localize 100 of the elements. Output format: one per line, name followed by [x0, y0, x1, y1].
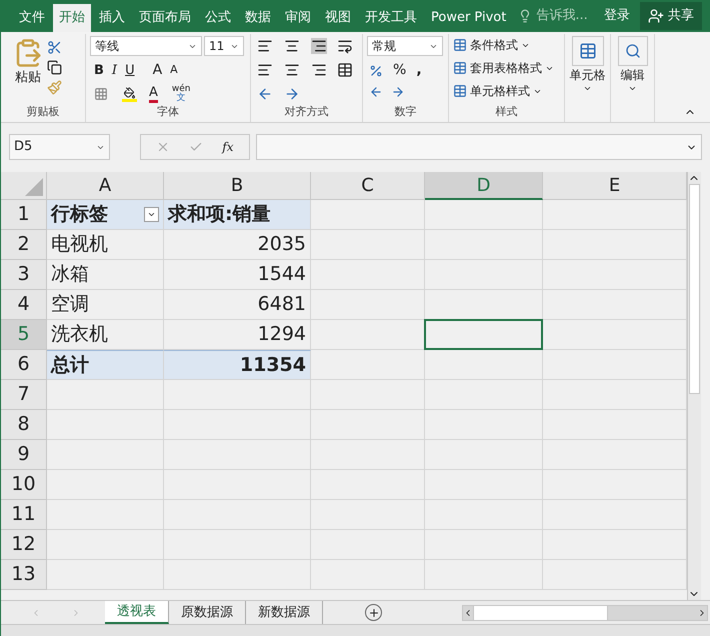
column-header[interactable]: D [425, 172, 543, 200]
ribbon-tab[interactable]: 审阅 [279, 4, 317, 32]
font-color-button[interactable]: A [149, 86, 158, 102]
row-header[interactable]: 12 [1, 530, 47, 560]
borders-icon[interactable] [94, 87, 108, 101]
row-header[interactable]: 9 [1, 440, 47, 470]
grow-font-button[interactable]: A [152, 60, 162, 81]
column-header[interactable]: A [47, 172, 164, 200]
ribbon-tab[interactable]: 数据 [239, 4, 277, 32]
row-header[interactable]: 10 [1, 470, 47, 500]
ribbon-tab[interactable]: 插入 [93, 4, 131, 32]
align-top-icon[interactable] [257, 38, 273, 54]
tell-me-field[interactable]: 告诉我... [536, 6, 588, 26]
increase-indent-icon[interactable] [284, 86, 300, 102]
font-name-field[interactable]: 等线 [90, 36, 202, 56]
cell-text: 冰箱 [51, 262, 89, 288]
table-cell[interactable]: 冰箱 [47, 260, 164, 290]
ribbon-tab[interactable]: 页面布局 [133, 4, 197, 32]
row-header[interactable]: 5 [1, 320, 47, 350]
table-grid-icon [453, 61, 467, 75]
group-label: 样式 [494, 104, 518, 120]
insert-function-button[interactable]: fx [222, 138, 234, 156]
table-cell[interactable]: 行标签 [47, 200, 164, 230]
table-cell[interactable]: 电视机 [47, 230, 164, 260]
merge-cells-icon[interactable] [337, 62, 354, 78]
fill-color-icon[interactable] [122, 86, 137, 102]
cell-text: 洗衣机 [51, 322, 108, 348]
sheet-tab[interactable]: 透视表 [105, 601, 169, 624]
horizontal-scrollbar[interactable] [462, 604, 708, 620]
vertical-scrollbar[interactable] [687, 172, 701, 600]
group-label: 数字 [394, 104, 418, 120]
table-cell[interactable]: 1544 [164, 260, 311, 290]
ribbon-tab[interactable]: 视图 [319, 4, 357, 32]
row-header[interactable]: 8 [1, 410, 47, 440]
paste-button[interactable]: 粘贴 [13, 38, 43, 95]
column-header[interactable]: E [543, 172, 687, 200]
shrink-font-button[interactable]: A [170, 62, 178, 79]
row-header[interactable]: 7 [1, 380, 47, 410]
align-bottom-icon[interactable] [310, 38, 326, 54]
row-header[interactable]: 11 [1, 500, 47, 530]
row-header[interactable]: 6 [1, 350, 47, 380]
caret-icon [147, 210, 156, 219]
caret-icon [583, 84, 592, 93]
number-format-field[interactable]: 常规 [367, 36, 443, 56]
row-header[interactable]: 1 [1, 200, 47, 230]
ribbon-tab[interactable]: 文件 [13, 4, 51, 32]
phonetic-button[interactable]: wén 文 [172, 85, 191, 103]
copy-icon[interactable] [47, 60, 62, 75]
table-cell[interactable]: 11354 [164, 350, 311, 380]
ribbon-tab[interactable]: 开始 [53, 4, 91, 32]
name-box[interactable]: D5 [9, 134, 110, 160]
table-cell[interactable]: 6481 [164, 290, 311, 320]
decrease-indent-icon[interactable] [257, 86, 273, 102]
table-grid-icon [453, 38, 467, 52]
cut-icon[interactable] [47, 40, 62, 55]
scrollbar-thumb[interactable] [689, 184, 700, 394]
italic-button[interactable]: I [112, 60, 118, 80]
align-left-icon[interactable] [257, 62, 273, 78]
table-cell[interactable]: 2035 [164, 230, 311, 260]
cell-text: 空调 [51, 292, 89, 318]
style-menu-button[interactable]: 条件格式 [453, 36, 560, 54]
cell-text: 求和项:销量 [168, 202, 271, 228]
plus-icon [368, 606, 380, 618]
font-size-field[interactable]: 11 [204, 36, 244, 56]
format-painter-icon[interactable] [47, 80, 62, 95]
scrollbar-thumb[interactable] [473, 606, 608, 620]
ribbon-tab[interactable]: 公式 [199, 4, 237, 32]
share-button[interactable]: 共享 [640, 2, 702, 30]
filter-dropdown-button[interactable] [144, 207, 159, 222]
style-menu-button[interactable]: 单元格样式 [453, 82, 560, 100]
row-header[interactable]: 13 [1, 560, 47, 590]
caret-icon [628, 84, 637, 93]
underline-button[interactable]: U [125, 60, 135, 80]
column-header[interactable]: B [164, 172, 311, 200]
new-sheet-button[interactable] [365, 604, 382, 621]
align-center-icon[interactable] [284, 62, 300, 78]
align-right-icon[interactable] [310, 62, 326, 78]
table-cell[interactable]: 总计 [47, 350, 164, 380]
column-header[interactable]: C [311, 172, 425, 200]
formula-input[interactable] [256, 134, 702, 160]
ribbon-tab[interactable]: Power Pivot [425, 4, 512, 32]
row-header[interactable]: 4 [1, 290, 47, 320]
percent-button[interactable]: % [393, 60, 406, 81]
ribbon-tab[interactable]: 开发工具 [359, 4, 423, 32]
style-menu-button[interactable]: 套用表格格式 [453, 59, 560, 77]
cell-text: 电视机 [51, 232, 108, 258]
table-grid-icon [453, 84, 467, 98]
cells-button[interactable]: 单元格 [570, 36, 606, 93]
sign-in-link[interactable]: 登录 [604, 6, 630, 26]
cell-text: 总计 [51, 352, 89, 378]
row-header[interactable]: 2 [1, 230, 47, 260]
table-cell[interactable]: 空调 [47, 290, 164, 320]
comma-button[interactable]: , [416, 60, 422, 81]
bold-button[interactable]: B [94, 60, 104, 80]
person-add-icon [648, 8, 664, 24]
row-header[interactable]: 3 [1, 260, 47, 290]
table-cell[interactable]: 求和项:销量 [164, 200, 311, 230]
align-middle-icon[interactable] [284, 38, 300, 54]
wrap-text-icon[interactable] [337, 38, 354, 54]
cell-text: 行标签 [51, 202, 108, 228]
